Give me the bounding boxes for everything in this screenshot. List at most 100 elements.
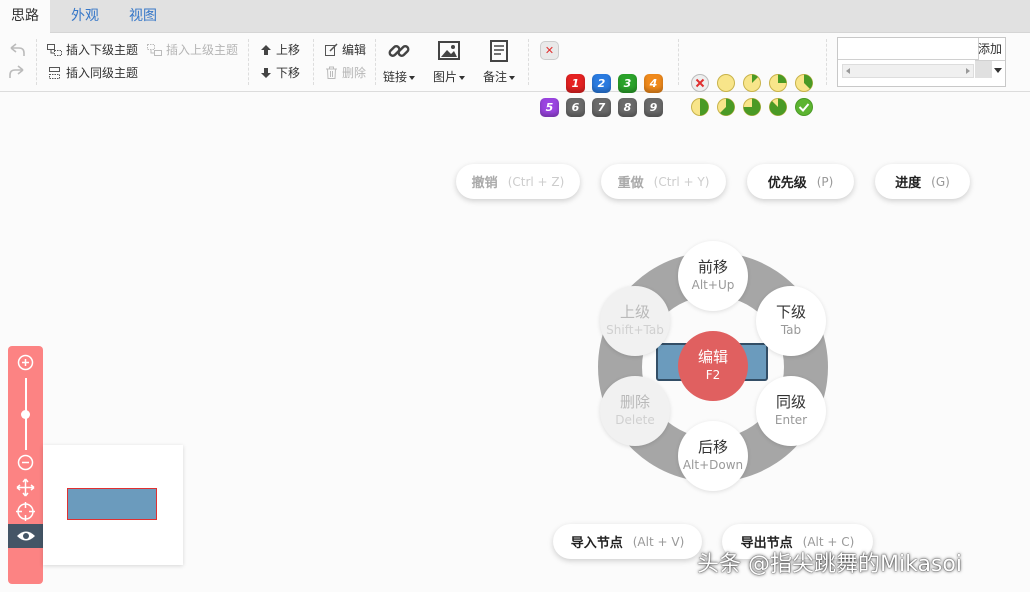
add-parent-label: 上级 — [619, 303, 650, 321]
add-sibling-button[interactable]: 同级 Enter — [756, 376, 826, 446]
trash-icon — [326, 66, 337, 79]
priority-remove-button[interactable]: ✕ — [540, 41, 559, 60]
arrow-up-icon — [261, 44, 271, 55]
insert-parent-button[interactable]: 插入上级主题 — [147, 41, 238, 58]
progress-8-button[interactable] — [768, 97, 788, 117]
add-child-button[interactable]: 下级 Tab — [756, 286, 826, 356]
insert-sibling-label: 插入同级主题 — [66, 66, 139, 80]
progress-9-button[interactable] — [794, 97, 814, 117]
progress-hotkey-shortcut: (G) — [931, 174, 950, 189]
insert-child-label: 插入下级主题 — [66, 43, 139, 57]
priority-hotkey-shortcut: (P) — [816, 174, 834, 189]
chevron-down-icon — [409, 75, 416, 80]
edit-center-label: 编辑 — [697, 348, 728, 366]
minimap-node — [67, 488, 157, 520]
tab-bar: 思路 外观 视图 — [0, 0, 1030, 33]
arrow-down-icon — [261, 67, 271, 78]
note-label: 备注 — [483, 70, 508, 84]
add-sibling-hint: Enter — [774, 413, 808, 427]
resource-panel: 添加 — [837, 37, 1006, 87]
priority-9-button[interactable]: 9 — [644, 98, 663, 117]
crosshair-icon — [16, 501, 35, 521]
link-button[interactable]: 链接 — [383, 39, 416, 85]
priority-5-button[interactable]: 5 — [540, 98, 559, 117]
delete-node-button[interactable]: 删除 Delete — [600, 376, 670, 446]
progress-2-button[interactable] — [742, 73, 762, 93]
zoom-out-button[interactable] — [8, 450, 43, 474]
move-down-button[interactable]: 下移 — [260, 64, 300, 81]
move-up-label: 上移 — [276, 43, 301, 57]
add-parent-hint: Shift+Tab — [606, 323, 664, 337]
tab-idea[interactable]: 思路 — [0, 0, 50, 33]
undo-hotkey-button[interactable]: 撤销 (Ctrl + Z) — [456, 164, 580, 199]
redo-hotkey-label: 重做 — [617, 176, 644, 191]
move-front-hint: Alt+Up — [691, 278, 735, 292]
move-front-label: 前移 — [697, 258, 728, 276]
import-node-shortcut: (Alt + V) — [632, 534, 685, 549]
delete-button[interactable]: 删除 — [325, 64, 366, 81]
move-back-button[interactable]: 后移 Alt+Down — [678, 421, 748, 491]
progress-5-button[interactable] — [690, 97, 710, 117]
progress-hotkey-button[interactable]: 进度 (G) — [875, 164, 970, 199]
move-arrows-icon — [16, 478, 35, 496]
priority-6-button[interactable]: 6 — [566, 98, 585, 117]
add-parent-button[interactable]: 上级 Shift+Tab — [600, 286, 670, 356]
pan-button[interactable] — [8, 475, 43, 499]
zoom-in-button[interactable] — [8, 350, 43, 374]
import-node-button[interactable]: 导入节点 (Alt + V) — [553, 524, 702, 559]
navigator-bar — [8, 346, 43, 584]
progress-4-button[interactable] — [794, 73, 814, 93]
watermark: 头条 @指尖跳舞的Mikasoi — [697, 552, 962, 577]
priority-3-button[interactable]: 3 — [618, 74, 637, 93]
progress-hotkey-label: 进度 — [895, 176, 922, 191]
move-front-button[interactable]: 前移 Alt+Up — [678, 241, 748, 311]
priority-1-button[interactable]: 1 — [566, 74, 585, 93]
zoom-slider-knob[interactable] — [21, 410, 30, 419]
resource-input[interactable] — [838, 38, 979, 60]
undo-icon[interactable] — [7, 42, 27, 58]
scroll-right-icon[interactable] — [965, 67, 971, 75]
note-icon — [490, 40, 508, 62]
redo-hotkey-button[interactable]: 重做 (Ctrl + Y) — [601, 164, 726, 199]
edit-label: 编辑 — [342, 43, 367, 57]
tab-view[interactable]: 视图 — [118, 0, 168, 32]
priority-8-button[interactable]: 8 — [618, 98, 637, 117]
priority-7-button[interactable]: 7 — [592, 98, 611, 117]
move-up-button[interactable]: 上移 — [260, 41, 300, 58]
priority-hotkey-label: 优先级 — [767, 176, 807, 191]
image-button[interactable]: 图片 — [433, 39, 466, 85]
zoom-out-icon — [17, 454, 34, 470]
insert-child-icon — [47, 43, 62, 56]
progress-1-button[interactable] — [716, 73, 736, 93]
edit-button[interactable]: 编辑 — [325, 41, 366, 58]
progress-3-button[interactable] — [768, 73, 788, 93]
tab-appearance[interactable]: 外观 — [60, 0, 110, 32]
minimap[interactable] — [43, 445, 183, 565]
locate-center-button[interactable] — [8, 499, 43, 523]
move-back-label: 后移 — [697, 438, 728, 456]
eye-icon — [16, 531, 35, 541]
add-child-hint: Tab — [780, 323, 802, 337]
note-button[interactable]: 备注 — [483, 39, 516, 85]
progress-7-button[interactable] — [742, 97, 762, 117]
redo-icon[interactable] — [7, 64, 27, 80]
add-button[interactable]: 添加 — [975, 38, 1005, 61]
priority-4-button[interactable]: 4 — [644, 74, 663, 93]
horizontal-scrollbar[interactable] — [842, 64, 974, 78]
scroll-left-icon[interactable] — [845, 67, 851, 75]
priority-hotkey-button[interactable]: 优先级 (P) — [747, 164, 854, 199]
delete-label: 删除 — [342, 66, 367, 80]
toggle-minimap-button[interactable] — [8, 524, 43, 548]
delete-node-hint: Delete — [615, 413, 655, 427]
insert-child-button[interactable]: 插入下级主题 — [47, 41, 138, 58]
edit-center-button[interactable]: 编辑 F2 — [678, 331, 748, 401]
image-icon — [438, 41, 460, 60]
dropdown-arrow-icon[interactable] — [994, 68, 1002, 74]
progress-remove-button[interactable] — [690, 73, 710, 93]
undo-hotkey-label: 撤销 — [471, 176, 498, 191]
insert-sibling-button[interactable]: 插入同级主题 — [47, 64, 138, 81]
priority-2-button[interactable]: 2 — [592, 74, 611, 93]
import-node-label: 导入节点 — [570, 536, 623, 551]
undo-hotkey-shortcut: (Ctrl + Z) — [507, 174, 565, 189]
progress-6-button[interactable] — [716, 97, 736, 117]
